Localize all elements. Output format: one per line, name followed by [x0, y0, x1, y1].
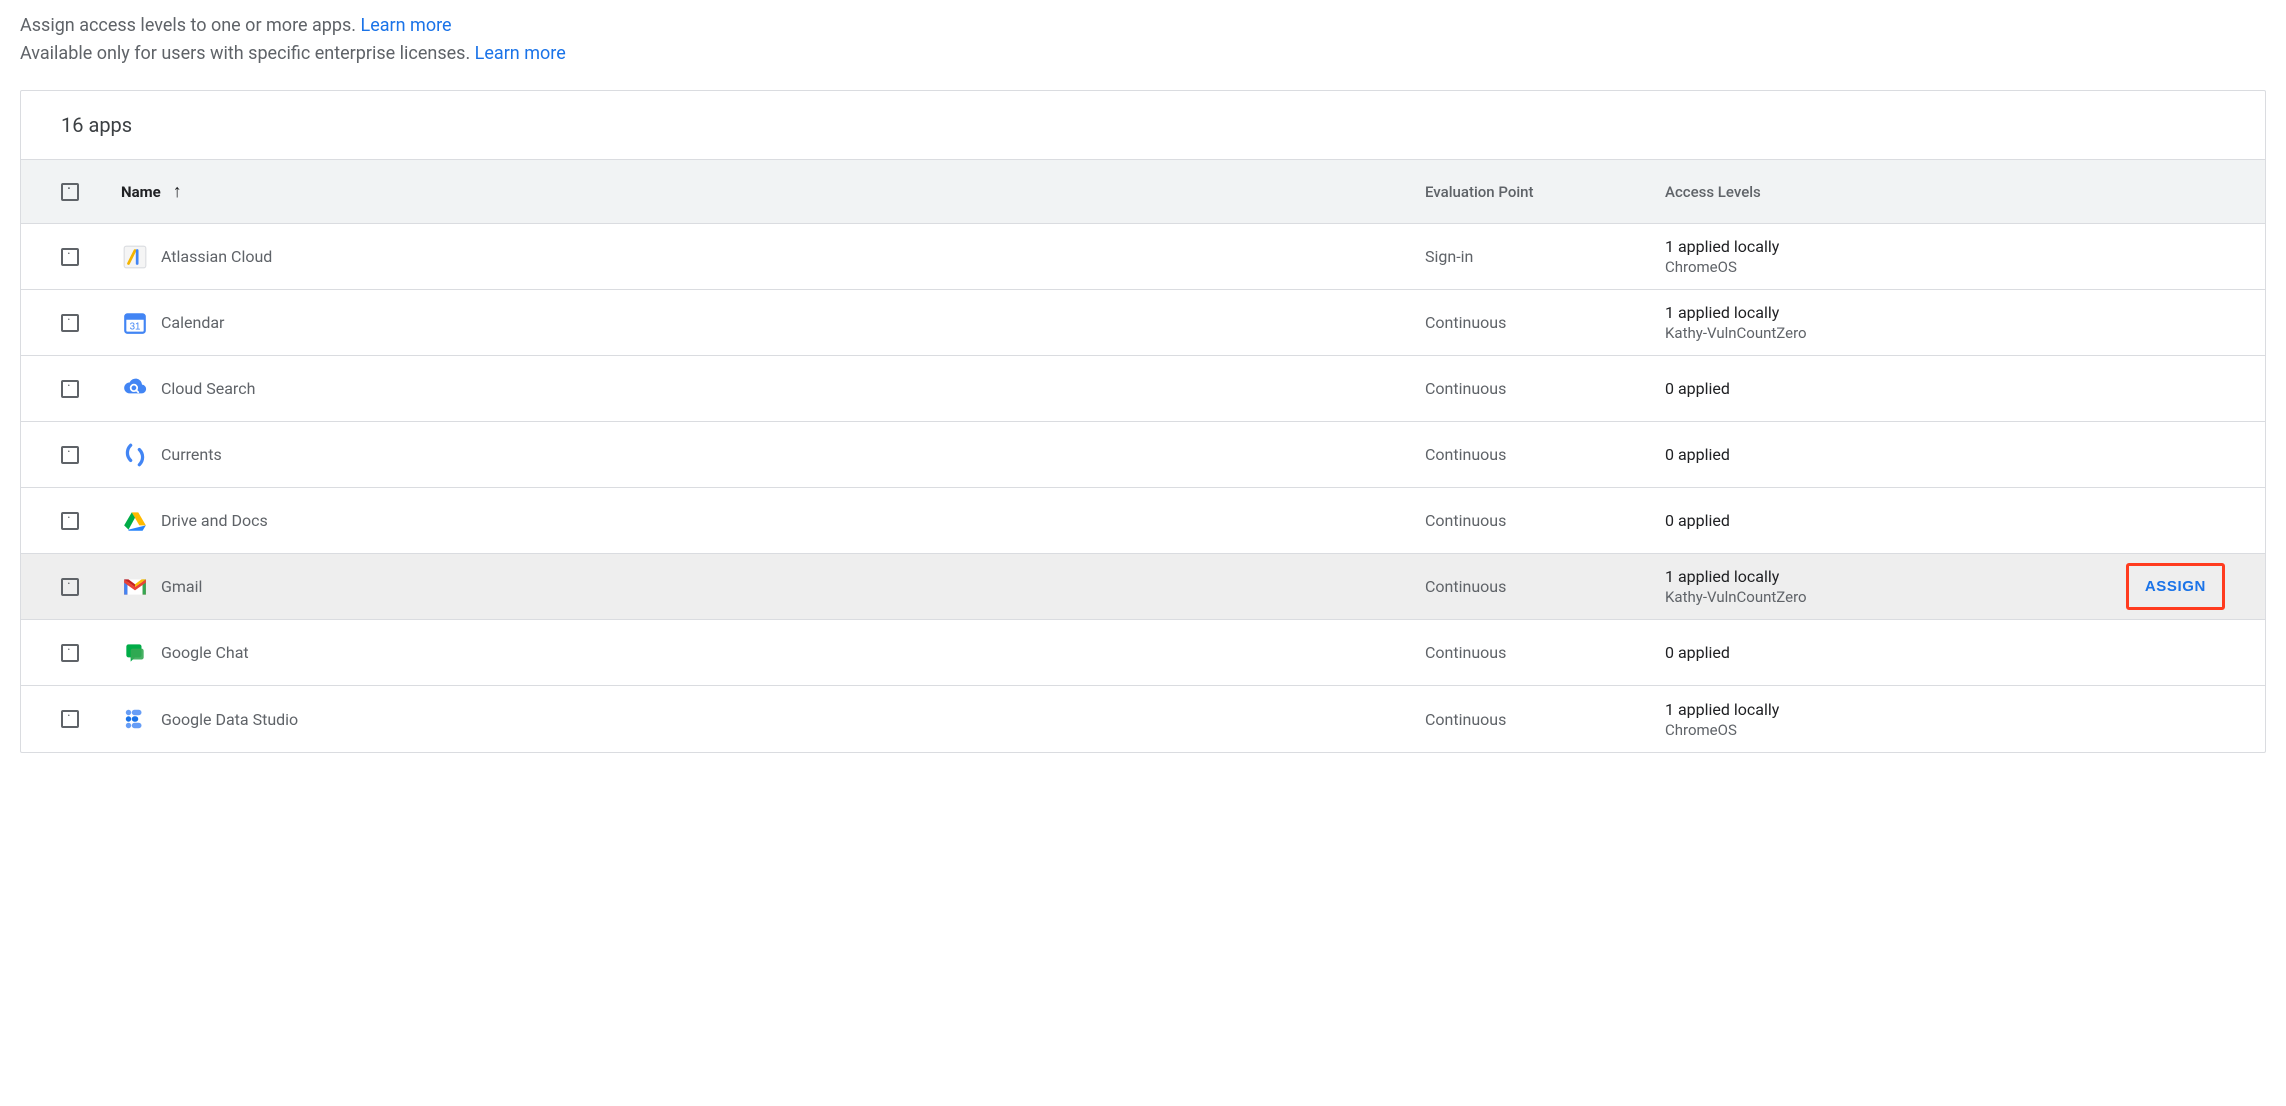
row-checkbox[interactable]: [61, 644, 79, 662]
table-row[interactable]: Cloud Search Continuous 0 applied: [21, 356, 2265, 422]
app-name: Currents: [161, 445, 222, 464]
access-levels: 1 applied locally ChromeOS: [1665, 700, 2105, 739]
access-secondary: ChromeOS: [1665, 721, 2105, 739]
learn-more-link-2[interactable]: Learn more: [475, 43, 566, 64]
table-row[interactable]: Google Chat Continuous 0 applied: [21, 620, 2265, 686]
evaluation-point: Continuous: [1425, 511, 1665, 530]
access-levels: 0 applied: [1665, 379, 2105, 398]
row-checkbox[interactable]: [61, 248, 79, 266]
intro-line2: Available only for users with specific e…: [20, 43, 475, 64]
evaluation-point: Continuous: [1425, 710, 1665, 729]
app-name: Google Chat: [161, 643, 249, 662]
calendar-icon: 31: [121, 309, 149, 337]
sort-ascending-icon: ↑: [173, 183, 182, 201]
datastudio-icon: [121, 705, 149, 733]
access-secondary: Kathy-VulnCountZero: [1665, 324, 2105, 342]
column-header-access[interactable]: Access Levels: [1665, 183, 2105, 201]
access-primary: 1 applied locally: [1665, 700, 2105, 719]
evaluation-point: Continuous: [1425, 577, 1665, 596]
column-header-name[interactable]: Name ↑: [121, 183, 1425, 201]
drive-icon: [121, 507, 149, 535]
row-checkbox[interactable]: [61, 446, 79, 464]
access-primary: 1 applied locally: [1665, 567, 2105, 586]
evaluation-point: Continuous: [1425, 313, 1665, 332]
access-levels: 1 applied locally Kathy-VulnCountZero: [1665, 567, 2105, 606]
access-secondary: ChromeOS: [1665, 258, 2105, 276]
access-primary: 0 applied: [1665, 511, 2105, 530]
access-levels: 0 applied: [1665, 511, 2105, 530]
intro-text: Assign access levels to one or more apps…: [20, 12, 2266, 68]
table-body: Atlassian Cloud Sign-in 1 applied locall…: [21, 224, 2265, 752]
evaluation-point: Continuous: [1425, 379, 1665, 398]
access-primary: 1 applied locally: [1665, 237, 2105, 256]
access-primary: 0 applied: [1665, 445, 2105, 464]
row-checkbox[interactable]: [61, 512, 79, 530]
app-name: Drive and Docs: [161, 511, 268, 530]
card-title: 16 apps: [21, 91, 2265, 160]
table-row[interactable]: Gmail Continuous 1 applied locally Kathy…: [21, 554, 2265, 620]
learn-more-link-1[interactable]: Learn more: [361, 15, 452, 36]
row-checkbox[interactable]: [61, 578, 79, 596]
access-levels: 0 applied: [1665, 445, 2105, 464]
access-levels: 1 applied locally ChromeOS: [1665, 237, 2105, 276]
evaluation-point: Continuous: [1425, 445, 1665, 464]
chat-icon: [121, 639, 149, 667]
access-primary: 0 applied: [1665, 643, 2105, 662]
intro-line1: Assign access levels to one or more apps…: [20, 15, 361, 36]
access-primary: 1 applied locally: [1665, 303, 2105, 322]
app-name: Google Data Studio: [161, 710, 298, 729]
table-row[interactable]: Google Data Studio Continuous 1 applied …: [21, 686, 2265, 752]
svg-text:31: 31: [130, 321, 141, 332]
evaluation-point: Sign-in: [1425, 247, 1665, 266]
table-row[interactable]: Atlassian Cloud Sign-in 1 applied locall…: [21, 224, 2265, 290]
column-header-evaluation[interactable]: Evaluation Point: [1425, 183, 1665, 201]
gmail-icon: [121, 573, 149, 601]
access-levels: 0 applied: [1665, 643, 2105, 662]
cloudsearch-icon: [121, 375, 149, 403]
access-levels: 1 applied locally Kathy-VulnCountZero: [1665, 303, 2105, 342]
app-name: Calendar: [161, 313, 224, 332]
assign-button[interactable]: ASSIGN: [2131, 570, 2220, 603]
table-header: Name ↑ Evaluation Point Access Levels: [21, 160, 2265, 224]
atlassian-icon: [121, 243, 149, 271]
app-name: Atlassian Cloud: [161, 247, 272, 266]
currents-icon: [121, 441, 149, 469]
table-row[interactable]: 31 Calendar Continuous 1 applied locally…: [21, 290, 2265, 356]
app-name: Gmail: [161, 577, 202, 596]
access-secondary: Kathy-VulnCountZero: [1665, 588, 2105, 606]
access-primary: 0 applied: [1665, 379, 2105, 398]
page: Assign access levels to one or more apps…: [0, 0, 2286, 773]
assign-highlight: ASSIGN: [2126, 563, 2225, 610]
select-all-checkbox[interactable]: [61, 183, 79, 201]
evaluation-point: Continuous: [1425, 643, 1665, 662]
table-row[interactable]: Drive and Docs Continuous 0 applied: [21, 488, 2265, 554]
row-checkbox[interactable]: [61, 380, 79, 398]
row-checkbox[interactable]: [61, 314, 79, 332]
app-name: Cloud Search: [161, 379, 255, 398]
apps-card: 16 apps Name ↑ Evaluation Point Access L…: [20, 90, 2266, 753]
row-checkbox[interactable]: [61, 710, 79, 728]
table-row[interactable]: Currents Continuous 0 applied: [21, 422, 2265, 488]
